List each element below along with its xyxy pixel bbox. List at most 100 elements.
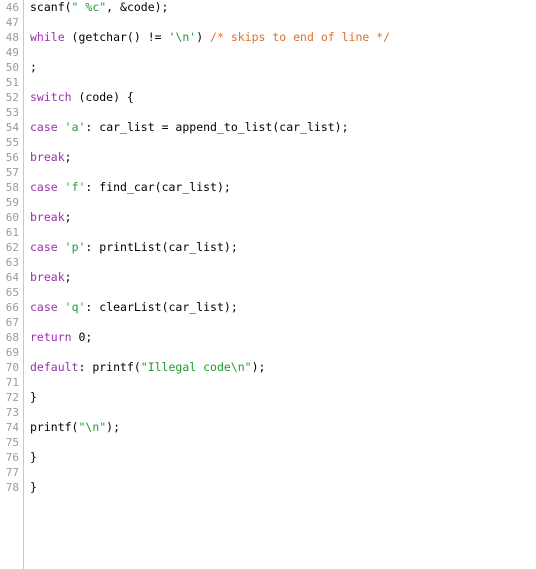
code-line[interactable]: 53 [0,105,536,120]
line-number: 64 [5,271,19,284]
code-line-list[interactable]: 46 scanf(" %c", &code); 47 48 while (getchar… [0,0,536,495]
line-content[interactable]: } [23,390,37,405]
line-number: 61 [5,226,19,239]
code-line[interactable]: 47 [0,15,536,30]
code-token-plain: ; [64,210,72,224]
line-number: 50 [5,61,19,74]
code-token-plain: : find_car(car_list); [85,180,231,194]
code-token-keyword: case [30,120,58,134]
line-content[interactable]: break; [23,270,72,285]
code-line[interactable]: 74 printf("\n"); [0,420,536,435]
code-line[interactable]: 55 [0,135,536,150]
line-content[interactable]: case 'f': find_car(car_list); [23,180,231,195]
code-token-string: 'a' [64,120,86,134]
code-token-plain: scanf( [30,0,72,14]
line-content[interactable]: scanf(" %c", &code); [23,0,168,15]
code-token-keyword: break [30,210,65,224]
code-line[interactable]: 78} [0,480,536,495]
code-line[interactable]: 51 [0,75,536,90]
line-content[interactable]: return 0; [23,330,92,345]
code-line[interactable]: 67 [0,315,536,330]
code-line[interactable]: 46 scanf(" %c", &code); [0,0,536,15]
code-token-keyword: switch [30,90,72,104]
line-content[interactable]: case 'p': printList(car_list); [23,240,238,255]
line-number: 52 [5,91,19,104]
code-token-plain: ; [30,60,37,74]
code-line[interactable]: 48 while (getchar() != '\n') /* skips to … [0,30,536,45]
code-token-plain: ; [64,270,72,284]
line-content[interactable]: case 'q': clearList(car_list); [23,300,238,315]
line-number: 58 [5,181,19,194]
line-number: 73 [5,406,19,419]
code-token-plain: 0; [71,330,93,344]
code-line[interactable]: 77 [0,465,536,480]
line-number: 74 [5,421,19,434]
code-line[interactable]: 62 case 'p': printList(car_list); [0,240,536,255]
code-line[interactable]: 59 [0,195,536,210]
line-content[interactable]: } [23,450,37,465]
code-token-keyword: case [30,240,58,254]
line-content[interactable]: case 'a': car_list = append_to_list(car_… [23,120,349,135]
line-content[interactable]: while (getchar() != '\n') /* skips to en… [23,30,390,45]
line-number: 47 [5,16,19,29]
code-line[interactable]: 65 [0,285,536,300]
code-line[interactable]: 61 [0,225,536,240]
code-line[interactable]: 69 [0,345,536,360]
code-line[interactable]: 50; [0,60,536,75]
code-line[interactable]: 60 break; [0,210,536,225]
line-content[interactable]: } [23,480,37,495]
code-line[interactable]: 63 [0,255,536,270]
code-token-plain: ); [106,420,121,434]
code-editor[interactable]: 46 scanf(" %c", &code); 47 48 while (getchar… [0,0,536,569]
code-line[interactable]: 66 case 'q': clearList(car_list); [0,300,536,315]
code-token-string: "Illegal code\n" [140,360,252,374]
line-number: 72 [5,391,19,404]
line-number: 66 [5,301,19,314]
line-number: 71 [5,376,19,389]
line-number: 51 [5,76,19,89]
line-number: 56 [5,151,19,164]
line-number: 77 [5,466,19,479]
line-content[interactable]: ; [23,60,37,75]
line-content[interactable]: break; [23,210,72,225]
code-token-plain: : car_list = append_to_list(car_list); [85,120,349,134]
code-line[interactable]: 68 return 0; [0,330,536,345]
code-line[interactable]: 72} [0,390,536,405]
line-number: 49 [5,46,19,59]
code-line[interactable]: 76} [0,450,536,465]
code-token-keyword: while [30,30,65,44]
line-number: 68 [5,331,19,344]
code-line[interactable]: 71 [0,375,536,390]
code-token-plain: : printf( [78,360,141,374]
line-number: 69 [5,346,19,359]
code-token-plain: : clearList(car_list); [85,300,238,314]
code-token-string: " %c" [71,0,107,14]
code-token-keyword: break [30,150,65,164]
code-line[interactable]: 49 [0,45,536,60]
code-line[interactable]: 52 switch (code) { [0,90,536,105]
code-line[interactable]: 56 break; [0,150,536,165]
code-token-plain: } [30,390,37,404]
code-line[interactable]: 73 [0,405,536,420]
code-token-keyword: case [30,180,58,194]
line-content[interactable]: printf("\n"); [23,420,120,435]
line-number: 65 [5,286,19,299]
code-line[interactable]: 64 break; [0,270,536,285]
code-token-plain: } [30,450,37,464]
code-line[interactable]: 70 default: printf("Illegal code\n"); [0,360,536,375]
code-token-plain: ; [64,150,72,164]
line-number: 46 [5,1,19,14]
code-token-plain: } [30,480,37,494]
code-line[interactable]: 57 [0,165,536,180]
line-content[interactable]: break; [23,150,72,165]
code-line[interactable]: 54 case 'a': car_list = append_to_list(ca… [0,120,536,135]
code-line[interactable]: 75 [0,435,536,450]
line-number: 75 [5,436,19,449]
code-token-plain: : printList(car_list); [85,240,238,254]
code-line[interactable]: 58 case 'f': find_car(car_list); [0,180,536,195]
line-content[interactable]: switch (code) { [23,90,134,105]
code-token-string: 'p' [64,240,86,254]
code-token-plain: (code) { [71,90,134,104]
line-content[interactable]: default: printf("Illegal code\n"); [23,360,265,375]
